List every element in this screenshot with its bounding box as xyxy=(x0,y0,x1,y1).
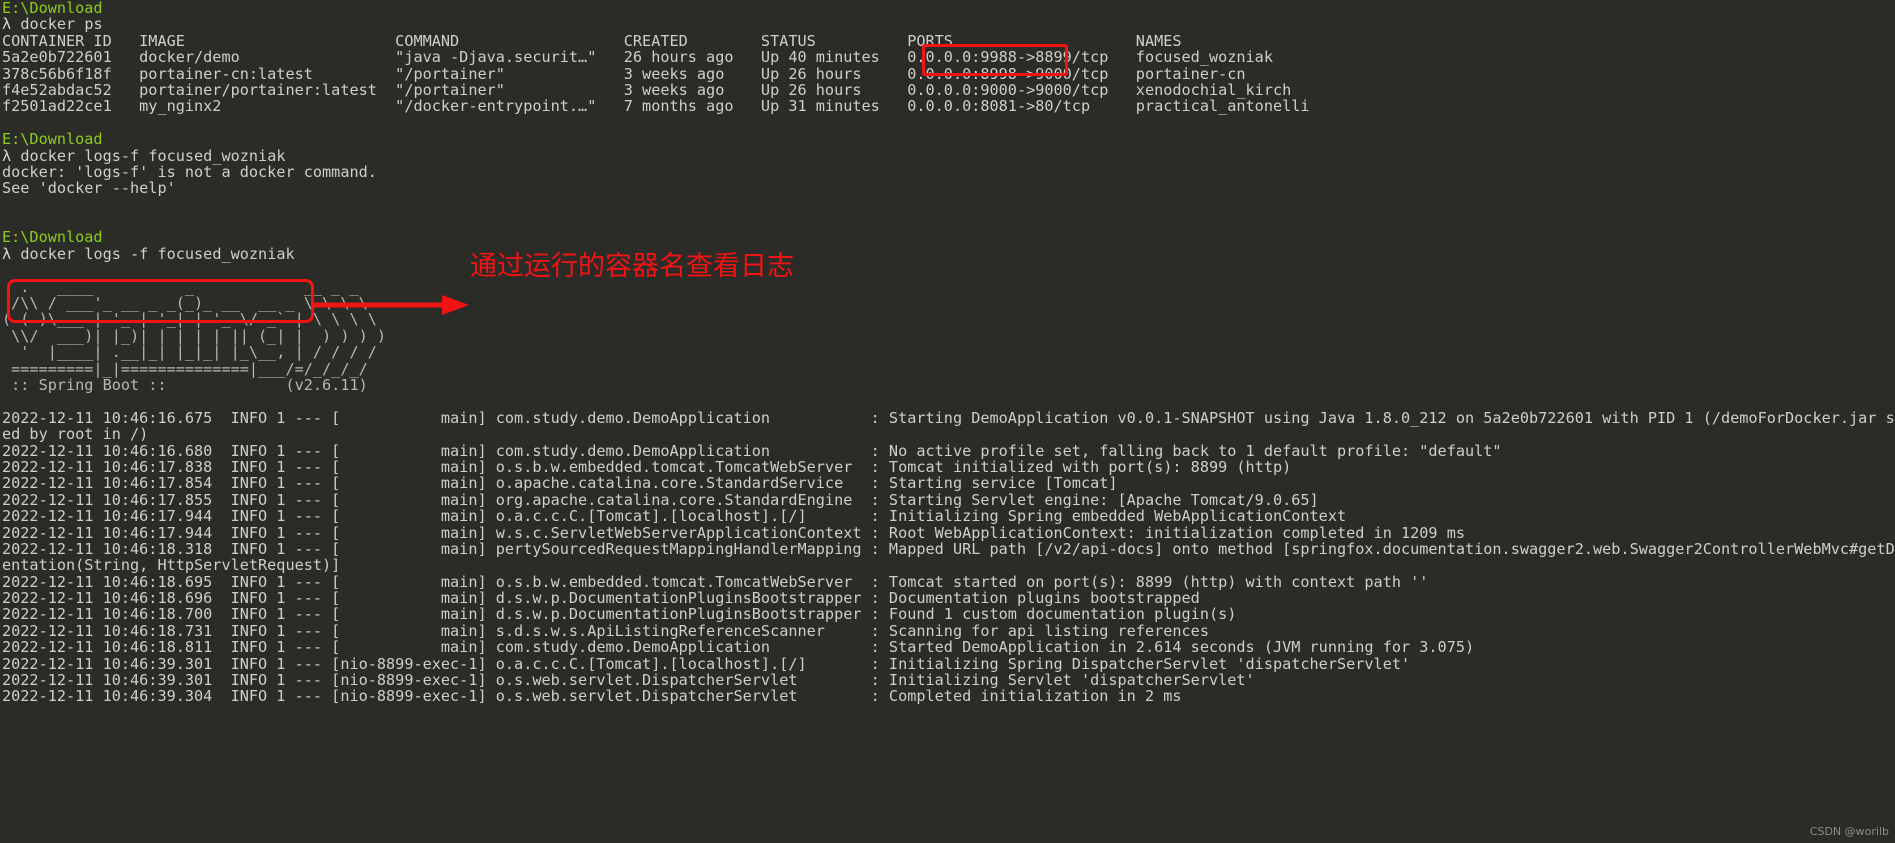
terminal-output[interactable]: E:\Download λ docker ps CONTAINER ID IMA… xyxy=(0,0,1895,705)
table-row: 5a2e0b722601 docker/demo "java -Djava.se… xyxy=(2,48,1273,67)
watermark: CSDN @worilb xyxy=(1809,824,1889,838)
log-line: 2022-12-11 10:46:17.855 INFO 1 --- [ mai… xyxy=(2,490,1319,509)
spring-banner-line: ( ( )\___ | '_ | '_| | '_ \/ _` | \ \ \ … xyxy=(2,310,377,329)
table-row: f2501ad22ce1 my_nginx2 "/docker-entrypoi… xyxy=(2,97,1310,116)
log-line: 2022-12-11 10:46:17.944 INFO 1 --- [ mai… xyxy=(2,523,1465,542)
help-hint: See 'docker --help' xyxy=(2,179,176,198)
log-line: 2022-12-11 10:46:39.301 INFO 1 --- [nio-… xyxy=(2,671,1255,690)
ps-header-row: CONTAINER ID IMAGE COMMAND CREATED STATU… xyxy=(2,31,1182,50)
table-row: 378c56b6f18f portainer-cn:latest "/porta… xyxy=(2,64,1246,83)
log-line: 2022-12-11 10:46:18.811 INFO 1 --- [ mai… xyxy=(2,638,1475,657)
log-line: 2022-12-11 10:46:18.700 INFO 1 --- [ mai… xyxy=(2,605,1237,624)
prompt-symbol-3: λ xyxy=(2,244,12,263)
log-line: 2022-12-11 10:46:18.695 INFO 1 --- [ mai… xyxy=(2,572,1429,591)
command-text-3: docker logs -f focused_wozniak xyxy=(20,244,295,263)
log-line: 2022-12-11 10:46:17.944 INFO 1 --- [ mai… xyxy=(2,507,1347,526)
spring-boot-version: (v2.6.11) xyxy=(285,375,368,394)
prompt-path-text: E:\Download xyxy=(2,130,103,149)
spring-banner-line: ' |____| .__|_| |_|_| |_\__, | / / / / xyxy=(2,343,377,362)
command-text-1: docker ps xyxy=(20,15,103,34)
log-line: 2022-12-11 10:46:39.304 INFO 1 --- [nio-… xyxy=(2,687,1182,706)
spring-banner-line: /\\ / ___'_ __ _ _(_)_ __ __ _ \ \ \ \ xyxy=(2,294,368,313)
log-line: 2022-12-11 10:46:16.680 INFO 1 --- [ mai… xyxy=(2,441,1502,460)
prompt-path-2: E:\Download xyxy=(0,131,1895,147)
spring-banner-footer: :: Spring Boot :: (v2.6.11) xyxy=(0,377,1895,393)
log-line: 2022-12-11 10:46:18.318 INFO 1 --- [ mai… xyxy=(2,539,1895,558)
prompt-symbol-2: λ xyxy=(2,146,12,165)
command-line-docker-ps: λ docker ps xyxy=(0,16,1895,32)
command-line-logs-f-error: λ docker logs-f focused_wozniak xyxy=(0,146,1895,165)
spring-banner-line: . ____ _ __ _ _ xyxy=(2,277,359,296)
callout-text: 通过运行的容器名查看日志 xyxy=(470,251,794,282)
log-line: 2022-12-11 10:46:17.838 INFO 1 --- [ mai… xyxy=(2,457,1292,476)
log-line: entation(String, HttpServletRequest)] xyxy=(2,556,341,575)
prompt-symbol-1: λ xyxy=(2,15,12,34)
terminal-window: E:\Download λ docker ps CONTAINER ID IMA… xyxy=(0,0,1895,843)
table-row: f4e52abdac52 portainer/portainer:latest … xyxy=(2,80,1292,99)
spring-banner-line: =========|_|==============|___/=/_/_/_/ xyxy=(2,359,368,378)
log-line: ed by root in /) xyxy=(2,425,149,444)
log-line: 2022-12-11 10:46:18.696 INFO 1 --- [ mai… xyxy=(2,589,1200,608)
log-line: 2022-12-11 10:46:16.675 INFO 1 --- [ mai… xyxy=(2,408,1895,427)
spring-boot-label: :: Spring Boot :: xyxy=(2,375,176,394)
log-line: 2022-12-11 10:46:18.731 INFO 1 --- [ mai… xyxy=(2,621,1209,640)
prompt-path-3: E:\Download xyxy=(0,229,1895,245)
command-text-2: docker logs-f focused_wozniak xyxy=(20,146,286,165)
command-line-docker-logs: λ docker logs -f focused_wozniak xyxy=(0,246,1895,262)
log-line: 2022-12-11 10:46:39.301 INFO 1 --- [nio-… xyxy=(2,654,1411,673)
prompt-path-1: E:\Download xyxy=(0,0,1895,16)
error-message: docker: 'logs-f' is not a docker command… xyxy=(2,162,377,181)
log-line: 2022-12-11 10:46:17.854 INFO 1 --- [ mai… xyxy=(2,474,1118,493)
spring-banner-line: \\/ ___)| |_)| | | | | || (_| | ) ) ) ) xyxy=(2,326,387,345)
prompt-path-text: E:\Download xyxy=(2,228,103,247)
